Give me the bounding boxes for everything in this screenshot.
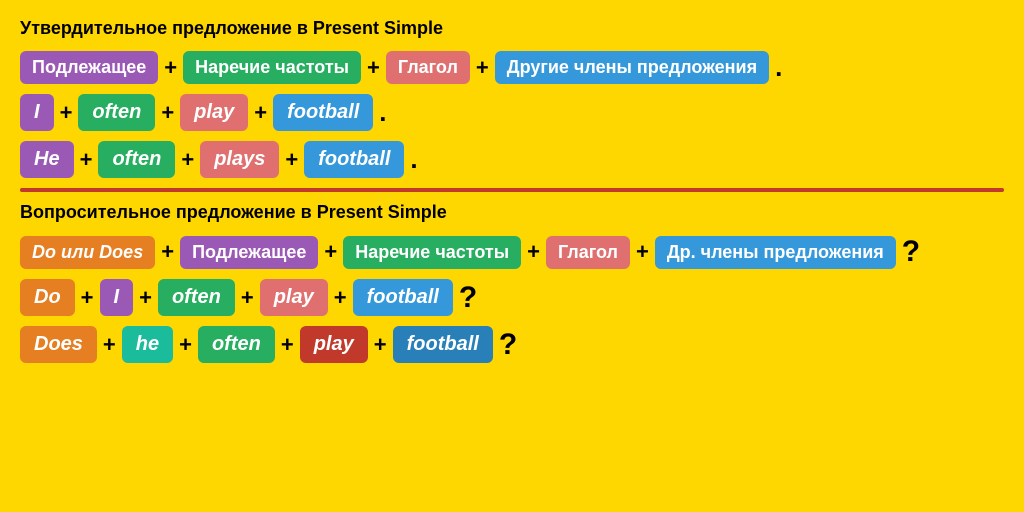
- chip-other-label: Другие члены предложения: [495, 51, 769, 84]
- example-row-1: I + often + play + football .: [20, 94, 1004, 131]
- chip-play-1: play: [180, 94, 248, 131]
- plus-14: +: [81, 285, 94, 311]
- plus-3: +: [476, 55, 489, 81]
- plus-4: +: [60, 100, 73, 126]
- section2-title: Вопросительное предложение в Present Sim…: [20, 202, 1004, 223]
- chip-often-3: often: [158, 279, 235, 316]
- chip-adverb-label: Наречие частоты: [183, 51, 361, 84]
- chip-other-label-2: Др. члены предложения: [655, 236, 896, 269]
- dot-3: .: [410, 144, 417, 175]
- chip-do-does-label: Do или Does: [20, 236, 155, 269]
- plus-7: +: [80, 147, 93, 173]
- plus-12: +: [527, 239, 540, 265]
- chip-he-2: he: [122, 326, 173, 363]
- chip-often-2: often: [98, 141, 175, 178]
- question-2: ?: [459, 281, 477, 315]
- question-example-row-2: Does + he + often + play + football ?: [20, 326, 1004, 363]
- chip-i-2: I: [100, 279, 134, 316]
- chip-football-4: football: [393, 326, 493, 363]
- chip-plays: plays: [200, 141, 279, 178]
- divider: [20, 188, 1004, 192]
- question-3: ?: [499, 328, 517, 362]
- question-1: ?: [902, 235, 920, 269]
- chip-often-4: often: [198, 326, 275, 363]
- plus-21: +: [374, 332, 387, 358]
- chip-adverb-label-2: Наречие частоты: [343, 236, 521, 269]
- section1-title: Утвердительное предложение в Present Sim…: [20, 18, 1004, 39]
- chip-verb-label-2: Глагол: [546, 236, 630, 269]
- chip-i: I: [20, 94, 54, 131]
- chip-football-2: football: [304, 141, 404, 178]
- plus-6: +: [254, 100, 267, 126]
- chip-verb-label: Глагол: [386, 51, 470, 84]
- plus-17: +: [334, 285, 347, 311]
- plus-13: +: [636, 239, 649, 265]
- chip-subject-label-2: Подлежащее: [180, 236, 318, 269]
- plus-5: +: [161, 100, 174, 126]
- chip-often-1: often: [78, 94, 155, 131]
- formula-row-1: Подлежащее + Наречие частоты + Глагол + …: [20, 51, 1004, 84]
- question-formula-row: Do или Does + Подлежащее + Наречие часто…: [20, 235, 1004, 269]
- chip-do: Do: [20, 279, 75, 316]
- plus-1: +: [164, 55, 177, 81]
- chip-subject-label: Подлежащее: [20, 51, 158, 84]
- plus-18: +: [103, 332, 116, 358]
- example-row-2: He + often + plays + football .: [20, 141, 1004, 178]
- plus-19: +: [179, 332, 192, 358]
- plus-15: +: [139, 285, 152, 311]
- plus-2: +: [367, 55, 380, 81]
- chip-football-1: football: [273, 94, 373, 131]
- dot-1: .: [775, 52, 782, 83]
- plus-8: +: [181, 147, 194, 173]
- chip-football-3: football: [353, 279, 453, 316]
- plus-10: +: [161, 239, 174, 265]
- plus-11: +: [324, 239, 337, 265]
- plus-20: +: [281, 332, 294, 358]
- chip-play-2: play: [260, 279, 328, 316]
- question-example-row-1: Do + I + often + play + football ?: [20, 279, 1004, 316]
- chip-he: He: [20, 141, 74, 178]
- plus-9: +: [285, 147, 298, 173]
- plus-16: +: [241, 285, 254, 311]
- chip-does: Does: [20, 326, 97, 363]
- dot-2: .: [379, 97, 386, 128]
- chip-play-3: play: [300, 326, 368, 363]
